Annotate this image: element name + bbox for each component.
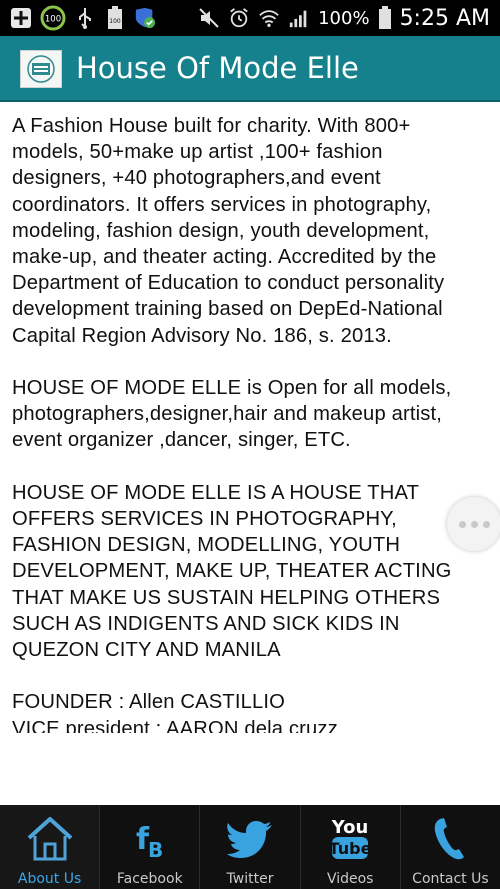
usb-icon (74, 7, 96, 29)
tab-twitter[interactable]: Twitter (200, 805, 301, 889)
status-left-icons: 100 100 (10, 4, 156, 32)
more-options-button[interactable] (447, 497, 500, 551)
mute-icon (198, 7, 220, 29)
app-logo (20, 50, 62, 88)
battery-small-text: 100 (109, 18, 121, 25)
bottom-tab-bar: About Us f B Facebook Twitter You Tube V… (0, 805, 500, 889)
tab-label: About Us (17, 871, 82, 887)
facebook-icon: f B (120, 813, 180, 865)
more-dot-icon (458, 520, 466, 528)
svg-text:B: B (148, 838, 163, 862)
clock: 5:25 AM (399, 5, 490, 31)
twitter-icon (220, 813, 280, 865)
shield-icon (134, 7, 156, 29)
tab-label: Facebook (116, 871, 183, 887)
battery-percent: 100% (318, 7, 370, 29)
page-title: House Of Mode Elle (76, 51, 359, 85)
svg-text:You: You (331, 817, 369, 838)
status-right-icons: 100% 5:25 AM (198, 4, 490, 32)
status-bar: 100 100 100% 5:25 AM (0, 0, 500, 36)
alarm-icon (228, 7, 250, 29)
mode-elle-logo-icon (27, 55, 55, 83)
more-dot-icon (470, 520, 478, 528)
about-paragraph-services: HOUSE OF MODE ELLE IS A HOUSE THAT OFFER… (12, 481, 452, 662)
tab-videos[interactable]: You Tube Videos (301, 805, 401, 889)
svg-text:Tube: Tube (329, 839, 372, 858)
more-dot-icon (482, 520, 490, 528)
battery-icon: 100 (104, 6, 126, 29)
tab-label: Twitter (226, 871, 274, 887)
about-paragraph-intro: A Fashion House built for charity. With … (12, 115, 445, 347)
battery-full-icon (378, 6, 392, 29)
add-icon (10, 7, 32, 29)
tab-facebook[interactable]: f B Facebook (100, 805, 201, 889)
youtube-icon: You Tube (320, 813, 380, 865)
tab-contact-us[interactable]: Contact Us (401, 805, 500, 889)
about-paragraph-open: HOUSE OF MODE ELLE is Open for all model… (12, 377, 452, 452)
battery-100-icon: 100 (40, 5, 66, 31)
home-icon (20, 813, 80, 865)
wifi-icon (258, 7, 280, 29)
about-content[interactable]: A Fashion House built for charity. With … (12, 113, 488, 733)
tab-label: Contact Us (412, 871, 489, 887)
about-paragraph-officers: FOUNDER : Allen CASTILLIO VICE president… (12, 691, 338, 733)
phone-icon (420, 813, 480, 865)
tab-label: Videos (326, 871, 374, 887)
status-badge-text: 100 (45, 15, 61, 25)
signal-icon (288, 7, 310, 29)
app-bar: House Of Mode Elle (0, 36, 500, 102)
tab-about-us[interactable]: About Us (0, 805, 101, 889)
